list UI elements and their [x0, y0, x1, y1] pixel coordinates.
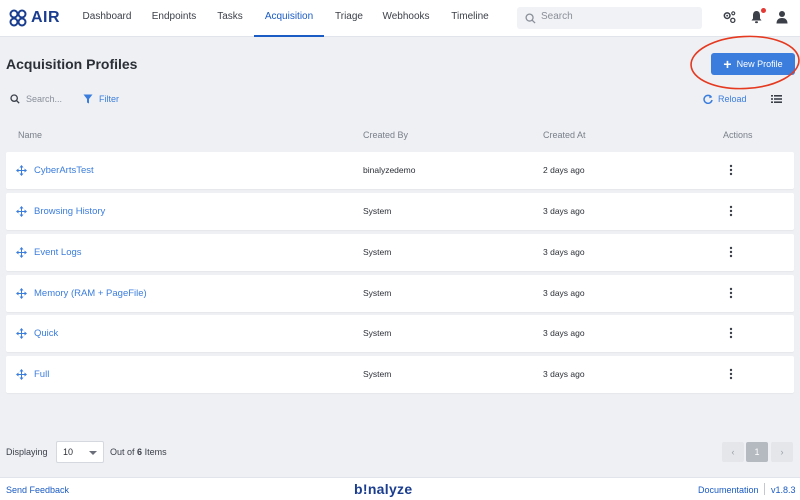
drag-handle-icon[interactable]	[16, 247, 27, 258]
tab-triage[interactable]: Triage	[330, 0, 368, 37]
column-header-name[interactable]: Name	[18, 130, 42, 140]
page-title: Acquisition Profiles	[6, 56, 138, 72]
profile-name-link[interactable]: Quick	[34, 328, 58, 339]
reload-label: Reload	[718, 94, 747, 104]
created-at-cell: 3 days ago	[543, 288, 585, 298]
profile-name-link[interactable]: Full	[34, 369, 49, 380]
tab-acquisition[interactable]: Acquisition	[254, 0, 324, 37]
profile-name-link[interactable]: CyberArtsTest	[34, 165, 94, 176]
created-at-cell: 3 days ago	[543, 369, 585, 379]
items-suffix: Items	[144, 447, 167, 457]
new-profile-label: New Profile	[736, 59, 783, 69]
footer-divider	[764, 483, 765, 495]
tab-webhooks[interactable]: Webhooks	[377, 0, 435, 37]
created-by-cell: System	[363, 369, 392, 379]
prev-page-button[interactable]: ‹	[722, 442, 744, 462]
created-by-cell: System	[363, 206, 392, 216]
logo[interactable]: AIR	[9, 8, 60, 28]
created-by-cell: System	[363, 288, 392, 298]
drag-handle-icon[interactable]	[16, 288, 27, 299]
plus-icon: +	[723, 56, 732, 72]
filter-icon	[83, 94, 93, 104]
column-header-created-by[interactable]: Created By	[363, 130, 408, 140]
page-size-value: 10	[63, 447, 74, 457]
table-row[interactable]: Quick System 3 days ago	[6, 315, 794, 352]
created-by-cell: binalyzedemo	[363, 165, 416, 175]
column-header-actions: Actions	[723, 130, 753, 140]
user-icon[interactable]	[776, 10, 788, 24]
reload-icon	[703, 94, 713, 104]
created-by-cell: System	[363, 247, 392, 257]
created-at-cell: 3 days ago	[543, 206, 585, 216]
brand-logo: b!nalyze	[354, 481, 413, 497]
profile-search-input[interactable]: Search...	[10, 94, 62, 104]
tab-endpoints[interactable]: Endpoints	[145, 0, 203, 37]
search-icon	[10, 94, 20, 104]
table-row[interactable]: Browsing History System 3 days ago	[6, 193, 794, 230]
drag-handle-icon[interactable]	[16, 328, 27, 339]
settings-icon[interactable]	[722, 10, 737, 25]
more-vertical-icon[interactable]	[729, 205, 733, 217]
created-by-cell: System	[363, 328, 392, 338]
profile-name-link[interactable]: Event Logs	[34, 247, 82, 258]
tab-tasks[interactable]: Tasks	[210, 0, 250, 37]
filter-button[interactable]: Filter	[83, 94, 119, 104]
more-vertical-icon[interactable]	[729, 327, 733, 339]
notifications-button[interactable]	[750, 8, 766, 24]
table-row[interactable]: Memory (RAM + PageFile) System 3 days ag…	[6, 275, 794, 312]
send-feedback-link[interactable]: Send Feedback	[6, 485, 69, 495]
page-size-select[interactable]: 10	[56, 441, 104, 463]
profile-search-placeholder: Search...	[26, 94, 63, 104]
created-at-cell: 3 days ago	[543, 328, 585, 338]
documentation-link[interactable]: Documentation	[698, 485, 759, 495]
next-page-button[interactable]: ›	[771, 442, 793, 462]
current-page-button[interactable]: 1	[746, 442, 768, 462]
notification-badge	[761, 8, 766, 13]
tab-dashboard[interactable]: Dashboard	[76, 0, 138, 37]
more-vertical-icon[interactable]	[729, 246, 733, 258]
filter-label: Filter	[99, 94, 119, 104]
search-icon	[525, 13, 536, 24]
list-view-icon[interactable]	[771, 94, 782, 104]
column-header-created-at[interactable]: Created At	[543, 130, 586, 140]
profile-name-link[interactable]: Memory (RAM + PageFile)	[34, 288, 147, 299]
logo-icon	[9, 9, 27, 27]
version-label: v1.8.3	[771, 485, 796, 495]
out-of-prefix: Out of	[110, 447, 135, 457]
profile-name-link[interactable]: Browsing History	[34, 206, 105, 217]
new-profile-button[interactable]: + New Profile	[711, 53, 795, 75]
drag-handle-icon[interactable]	[16, 369, 27, 380]
total-count: 6	[137, 447, 143, 457]
item-count: Out of 6 Items	[110, 447, 167, 457]
search-placeholder: Search	[541, 11, 573, 22]
reload-button[interactable]: Reload	[703, 94, 747, 104]
tab-timeline[interactable]: Timeline	[446, 0, 494, 37]
created-at-cell: 2 days ago	[543, 165, 585, 175]
created-at-cell: 3 days ago	[543, 247, 585, 257]
table-row[interactable]: CyberArtsTest binalyzedemo 2 days ago	[6, 152, 794, 189]
displaying-label: Displaying	[6, 447, 48, 457]
bottom-bar: Send Feedback b!nalyze Documentation v1.…	[0, 477, 800, 500]
table-row[interactable]: Event Logs System 3 days ago	[6, 234, 794, 271]
more-vertical-icon[interactable]	[729, 164, 733, 176]
logo-text: AIR	[31, 9, 61, 26]
more-vertical-icon[interactable]	[729, 287, 733, 299]
table-row[interactable]: Full System 3 days ago	[6, 356, 794, 393]
top-navbar: AIR Dashboard Endpoints Tasks Acquisitio…	[0, 0, 800, 37]
more-vertical-icon[interactable]	[729, 368, 733, 380]
drag-handle-icon[interactable]	[16, 206, 27, 217]
caret-down-icon	[89, 451, 97, 455]
drag-handle-icon[interactable]	[16, 165, 27, 176]
global-search-input[interactable]: Search	[517, 7, 702, 29]
